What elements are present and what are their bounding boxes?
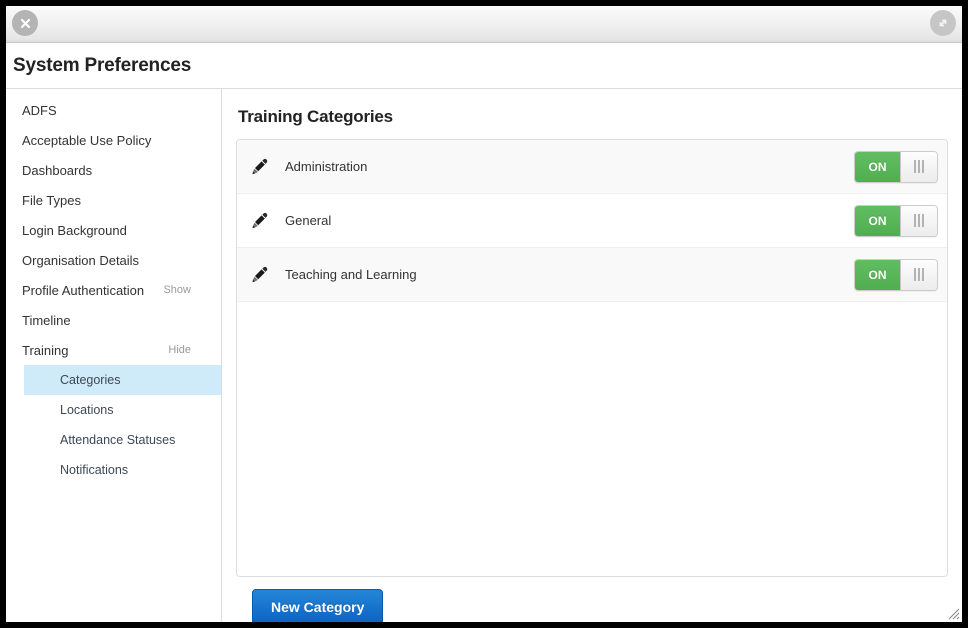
sidebar-item-acceptable-use-policy[interactable]: Acceptable Use Policy <box>6 125 221 155</box>
sidebar-item-categories[interactable]: Categories <box>24 365 221 395</box>
main-content: Training Categories Administration ON Ge… <box>222 89 962 622</box>
grip-line <box>922 214 924 227</box>
sidebar-hide-link[interactable]: Hide <box>168 344 191 356</box>
close-icon[interactable] <box>12 10 38 36</box>
sidebar-item-label: Login Background <box>22 222 127 238</box>
sidebar-item-label: Dashboards <box>22 162 93 178</box>
resize-diagonal-icon[interactable] <box>930 10 956 36</box>
toggle-on-label: ON <box>855 259 900 290</box>
section-title: Training Categories <box>238 107 393 126</box>
sidebar-item-label: Profile Authentication <box>22 282 145 298</box>
sidebar-subitem-label: Categories <box>60 373 121 387</box>
pencil-icon[interactable] <box>251 211 271 231</box>
pencil-icon[interactable] <box>251 157 271 177</box>
window-body: ADFS Acceptable Use Policy Dashboards Fi… <box>6 89 962 622</box>
category-name: Administration <box>285 159 368 174</box>
grip-line <box>922 160 924 173</box>
grip-line <box>918 214 920 227</box>
table-row[interactable]: Administration ON <box>237 140 947 194</box>
sidebar-item-label: File Types <box>22 192 82 208</box>
preferences-window: System Preferences ADFS Acceptable Use P… <box>6 6 962 622</box>
grip-line <box>914 160 916 173</box>
category-name: General <box>285 213 332 228</box>
grip-line <box>918 268 920 281</box>
training-categories-list: Administration ON General ON Teaching an… <box>236 139 948 577</box>
sidebar-item-timeline[interactable]: Timeline <box>6 305 221 335</box>
sidebar-item-label: ADFS <box>22 102 57 118</box>
sidebar-item-adfs[interactable]: ADFS <box>6 95 221 125</box>
status-toggle[interactable]: ON <box>854 258 938 291</box>
toggle-handle[interactable] <box>900 259 937 290</box>
sidebar-subitem-label: Attendance Statuses <box>60 433 176 447</box>
sidebar-item-dashboards[interactable]: Dashboards <box>6 155 221 185</box>
preferences-sidebar: ADFS Acceptable Use Policy Dashboards Fi… <box>6 89 222 622</box>
sidebar-item-label: Acceptable Use Policy <box>22 132 152 148</box>
status-toggle[interactable]: ON <box>854 204 938 237</box>
toggle-handle[interactable] <box>900 205 937 236</box>
window-titlebar <box>6 6 962 43</box>
status-toggle[interactable]: ON <box>854 150 938 183</box>
sidebar-item-organisation-details[interactable]: Organisation Details <box>6 245 221 275</box>
sidebar-item-notifications[interactable]: Notifications <box>24 455 221 485</box>
sidebar-show-link[interactable]: Show <box>163 284 191 296</box>
sidebar-item-file-types[interactable]: File Types <box>6 185 221 215</box>
new-category-button[interactable]: New Category <box>252 589 384 622</box>
sidebar-item-locations[interactable]: Locations <box>24 395 221 425</box>
page-title: System Preferences <box>13 54 192 76</box>
toggle-handle[interactable] <box>900 151 937 182</box>
pencil-icon[interactable] <box>251 265 271 285</box>
table-row[interactable]: Teaching and Learning ON <box>237 248 947 302</box>
grip-line <box>914 214 916 227</box>
sidebar-item-label: Organisation Details <box>22 252 140 268</box>
page-header: System Preferences <box>6 43 962 89</box>
resize-grip-icon[interactable] <box>946 606 960 620</box>
main-footer: New Category <box>236 577 948 622</box>
toggle-on-label: ON <box>855 205 900 236</box>
category-name: Teaching and Learning <box>285 267 417 282</box>
grip-line <box>918 160 920 173</box>
sidebar-subitem-label: Locations <box>60 403 114 417</box>
sidebar-item-training[interactable]: Training Hide <box>6 335 221 365</box>
sidebar-item-label: Training <box>22 342 69 358</box>
sidebar-subitem-label: Notifications <box>60 463 129 477</box>
grip-line <box>922 268 924 281</box>
grip-line <box>914 268 916 281</box>
toggle-on-label: ON <box>855 151 900 182</box>
sidebar-item-label: Timeline <box>22 312 71 328</box>
sidebar-item-attendance-statuses[interactable]: Attendance Statuses <box>24 425 221 455</box>
sidebar-item-login-background[interactable]: Login Background <box>6 215 221 245</box>
sidebar-item-profile-authentication[interactable]: Profile Authentication Show <box>6 275 221 305</box>
table-row[interactable]: General ON <box>237 194 947 248</box>
